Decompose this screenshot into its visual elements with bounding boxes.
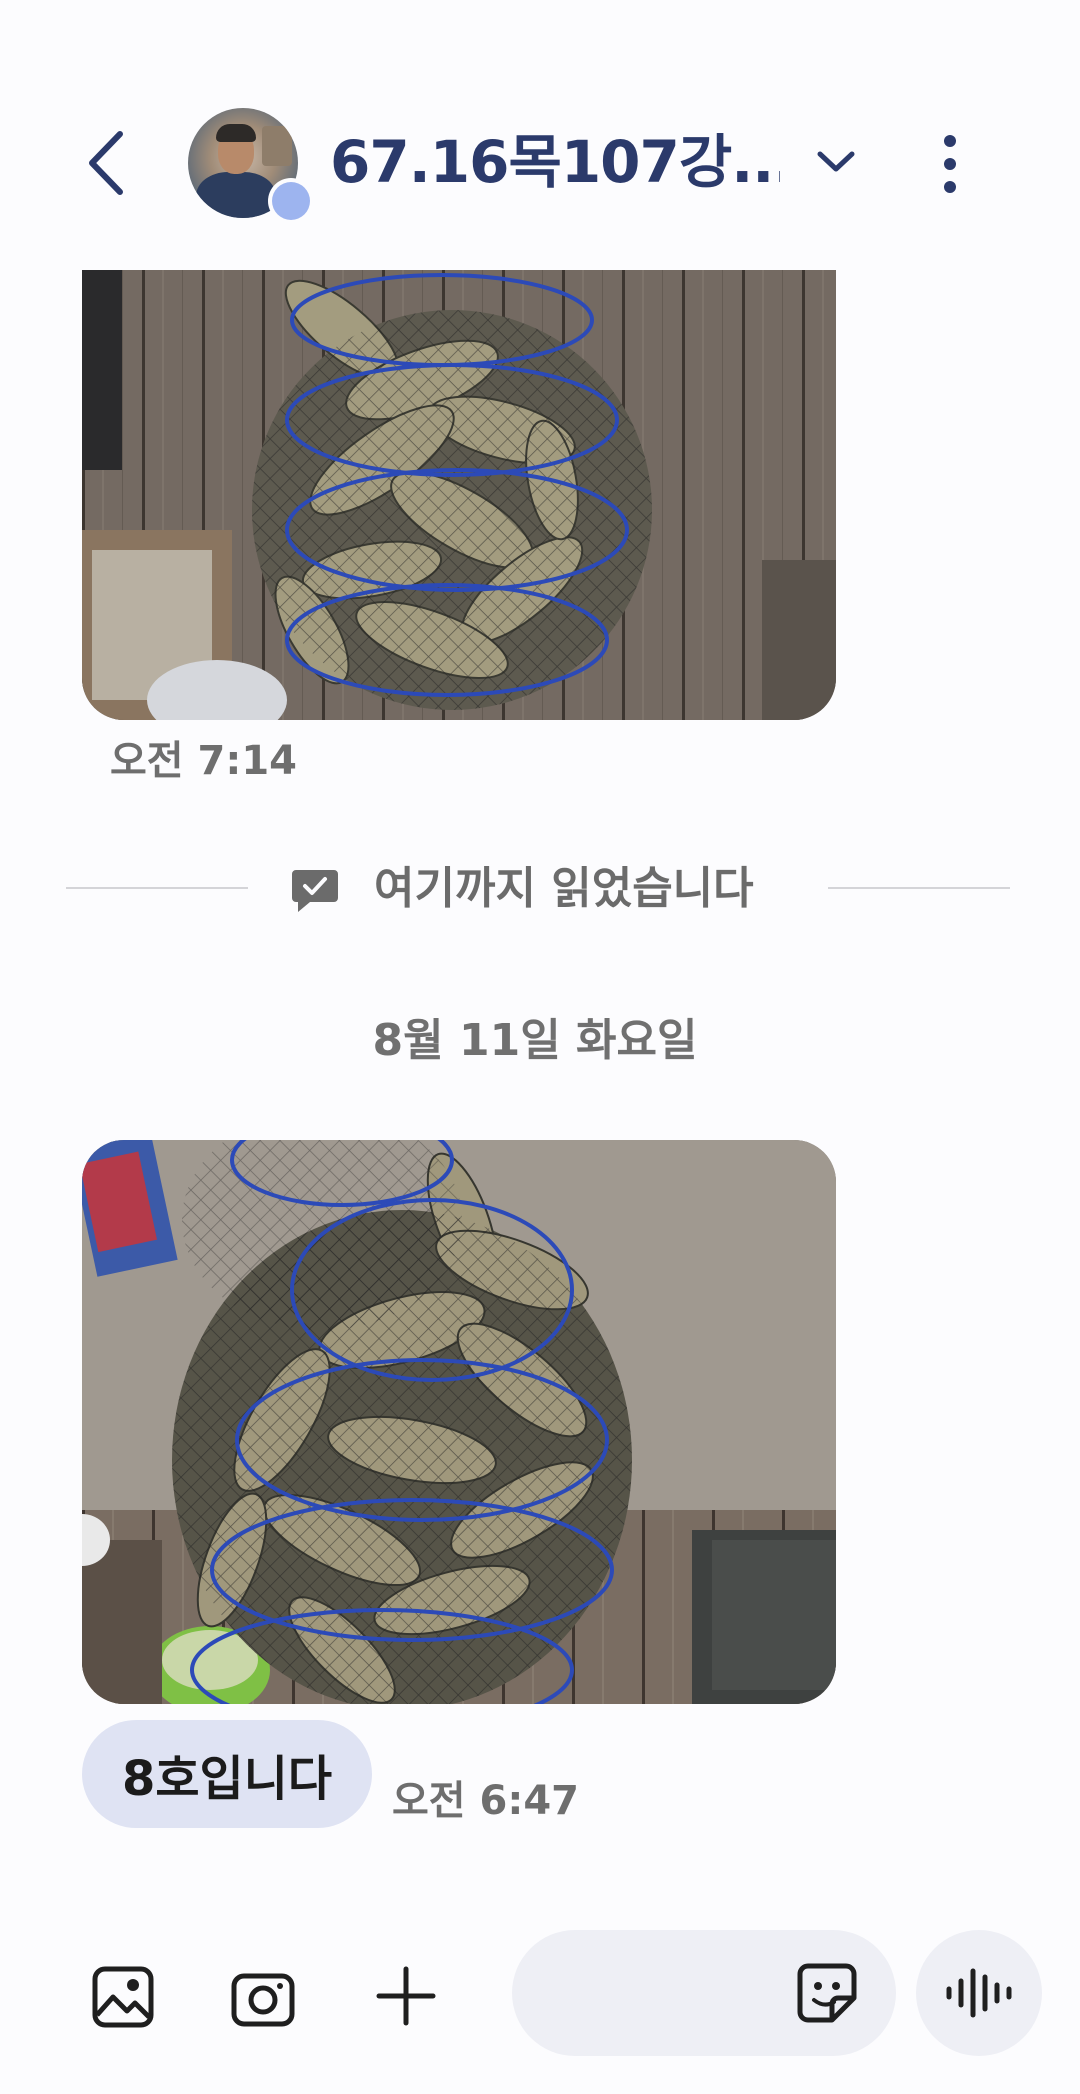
camera-icon: [231, 1973, 295, 2027]
message-composer: [0, 1900, 1080, 2094]
message-time: 오전 6:47: [392, 1778, 580, 1824]
message-input[interactable]: [548, 1960, 792, 2028]
chat-header: 67.16목107강...: [0, 0, 1080, 260]
voice-wave-icon: [946, 1968, 1012, 2018]
chat-avatar[interactable]: [188, 108, 314, 224]
more-vertical-icon: [944, 135, 956, 193]
back-button[interactable]: [78, 124, 134, 202]
sticker-icon: [797, 1963, 857, 2023]
date-separator: 8월 11일 화요일: [372, 1015, 698, 1066]
voice-record-button[interactable]: [916, 1930, 1042, 2056]
chevron-down-icon: [817, 151, 855, 172]
divider-line: [828, 887, 1010, 889]
more-options-button[interactable]: [920, 126, 980, 202]
photo-image: [82, 1140, 836, 1704]
photo-image: [82, 270, 836, 720]
read-marker: 여기까지 읽었습니다: [66, 860, 1010, 920]
message-bubble[interactable]: 8호입니다: [82, 1720, 373, 1828]
chevron-left-icon: [89, 131, 123, 195]
message-input-box[interactable]: [512, 1930, 896, 2056]
divider-line: [66, 887, 248, 889]
message-time: 오전 7:14: [110, 738, 298, 784]
chat-badge-icon: [268, 178, 314, 224]
message-text: 8호입니다: [122, 1751, 333, 1807]
chat-title[interactable]: 67.16목107강...: [330, 122, 780, 202]
sticker-button[interactable]: [794, 1960, 860, 2026]
fish-in-net-photo[interactable]: [82, 1140, 836, 1704]
read-marker-label: 여기까지 읽었습니다: [374, 863, 754, 914]
fish-in-net-photo[interactable]: [82, 270, 836, 720]
gallery-button[interactable]: [88, 1962, 158, 2032]
title-dropdown-button[interactable]: [808, 138, 864, 186]
read-check-icon: [290, 866, 340, 916]
camera-button[interactable]: [228, 1962, 298, 2032]
plus-icon: [376, 1966, 436, 2026]
gallery-icon: [92, 1966, 154, 2028]
attach-plus-button[interactable]: [370, 1960, 442, 2032]
